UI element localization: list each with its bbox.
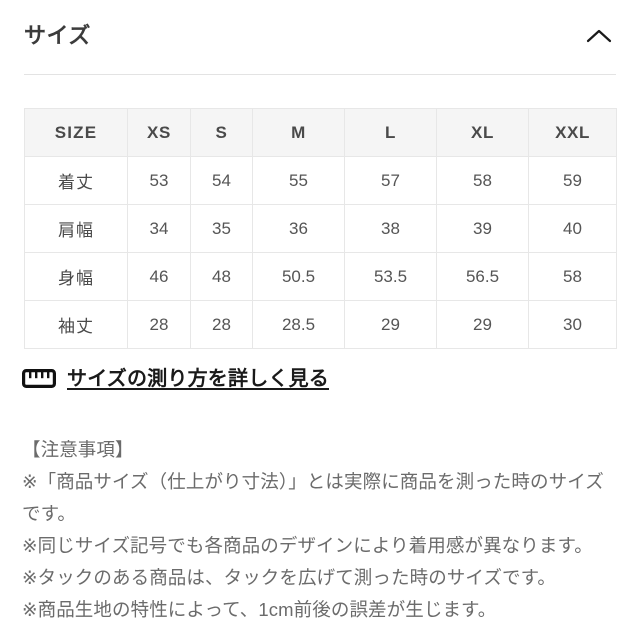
cell-kitake-xxl: 59 (528, 156, 617, 205)
table-row: 肩幅 34 35 36 38 39 40 (24, 204, 617, 253)
column-header-xs: XS (127, 108, 191, 157)
header-divider (24, 74, 616, 75)
cell-kitake-m: 55 (252, 156, 345, 205)
column-header-xl: XL (436, 108, 529, 157)
cell-katahaba-s: 35 (190, 204, 253, 253)
cell-mihaba-xs: 46 (127, 252, 191, 301)
cell-kitake-l: 57 (344, 156, 437, 205)
cell-mihaba-s: 48 (190, 252, 253, 301)
ruler-icon (22, 368, 56, 389)
chevron-up-icon (586, 28, 612, 44)
row-label-katahaba: 肩幅 (24, 204, 128, 253)
table-row: 袖丈 28 28 28.5 29 29 30 (24, 300, 617, 349)
cell-sodetake-xl: 29 (436, 300, 529, 349)
column-header-xxl: XXL (528, 108, 617, 157)
cell-mihaba-xl: 56.5 (436, 252, 529, 301)
column-header-m: M (252, 108, 345, 157)
note-line-3: ※タックのある商品は、タックを広げて測った時のサイズです。 (22, 567, 556, 588)
column-header-l: L (344, 108, 437, 157)
measurement-guide-link[interactable]: サイズの測り方を詳しく見る (22, 368, 329, 389)
notes-heading: 【注意事項】 (22, 439, 134, 460)
cell-sodetake-l: 29 (344, 300, 437, 349)
note-line-1: ※「商品サイズ（仕上がり寸法）」とは実際に商品を測った時のサイズです。 (22, 471, 604, 524)
table-row: 身幅 46 48 50.5 53.5 56.5 58 (24, 252, 617, 301)
size-table-container: SIZE XS S M L XL XXL 着丈 53 54 55 57 58 5… (24, 108, 617, 349)
cell-katahaba-xl: 39 (436, 204, 529, 253)
cell-mihaba-l: 53.5 (344, 252, 437, 301)
cell-sodetake-xs: 28 (127, 300, 191, 349)
cell-mihaba-m: 50.5 (252, 252, 345, 301)
row-label-mihaba: 身幅 (24, 252, 128, 301)
row-label-kitake: 着丈 (24, 156, 128, 205)
table-row: 着丈 53 54 55 57 58 59 (24, 156, 617, 205)
cell-kitake-s: 54 (190, 156, 253, 205)
cell-katahaba-xxl: 40 (528, 204, 617, 253)
row-label-sodetake: 袖丈 (24, 300, 128, 349)
cell-katahaba-l: 38 (344, 204, 437, 253)
measurement-guide-label: サイズの測り方を詳しく見る (67, 367, 329, 390)
note-line-4: ※商品生地の特性によって、1cm前後の誤差が生じます。 (22, 599, 497, 620)
cell-katahaba-xs: 34 (127, 204, 191, 253)
cell-sodetake-s: 28 (190, 300, 253, 349)
cell-katahaba-m: 36 (252, 204, 345, 253)
cell-sodetake-xxl: 30 (528, 300, 617, 349)
column-header-size: SIZE (24, 108, 128, 157)
size-section-header[interactable]: サイズ (24, 12, 616, 60)
size-table: SIZE XS S M L XL XXL 着丈 53 54 55 57 58 5… (24, 108, 617, 349)
cell-sodetake-m: 28.5 (252, 300, 345, 349)
cell-mihaba-xxl: 58 (528, 252, 617, 301)
notes-block: 【注意事項】 ※「商品サイズ（仕上がり寸法）」とは実際に商品を測った時のサイズで… (22, 434, 622, 626)
cell-kitake-xl: 58 (436, 156, 529, 205)
collapse-toggle-button[interactable] (582, 19, 616, 53)
page-title: サイズ (24, 23, 91, 48)
cell-kitake-xs: 53 (127, 156, 191, 205)
size-section-page: サイズ SIZE XS S M L XL XXL 着丈 53 54 55 57 … (0, 0, 640, 640)
note-line-2: ※同じサイズ記号でも各商品のデザインにより着用感が異なります。 (22, 535, 593, 556)
table-header-row: SIZE XS S M L XL XXL (24, 108, 617, 157)
column-header-s: S (190, 108, 253, 157)
